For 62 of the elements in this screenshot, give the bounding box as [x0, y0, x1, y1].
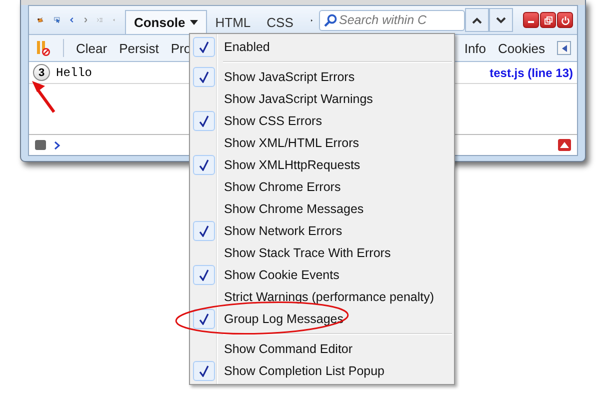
caret-icon: [190, 20, 198, 25]
toolbar-button[interactable]: Persist: [119, 40, 159, 56]
checkmark-icon: [199, 225, 209, 237]
search-icon: [324, 14, 337, 26]
menu-item[interactable]: Show XML/HTML Errors: [192, 132, 452, 154]
menu-item[interactable]: Show Cookie Events: [192, 264, 452, 286]
tab[interactable]: CSS: [258, 10, 302, 34]
search-field[interactable]: Search within C: [319, 10, 465, 30]
checkmark-icon: [199, 365, 209, 377]
menu-item[interactable]: Show Command Editor: [192, 338, 452, 360]
toolbar-button[interactable]: Cookies: [498, 40, 545, 56]
menu-item[interactable]: Show JavaScript Warnings: [192, 88, 452, 110]
previous-button[interactable]: [465, 8, 489, 32]
restore-button[interactable]: [540, 12, 556, 28]
clear-console-icon[interactable]: [35, 40, 51, 56]
checkbox[interactable]: [193, 361, 215, 381]
tab[interactable]: HTML: [207, 10, 259, 34]
menu-item[interactable]: Enabled: [192, 36, 452, 58]
checkmark-icon: [199, 159, 209, 171]
menu-item[interactable]: Show Network Errors: [192, 220, 452, 242]
toolbar-button[interactable]: Clear: [76, 40, 108, 56]
menu-item[interactable]: Show Chrome Messages: [192, 198, 452, 220]
expand-button[interactable]: [558, 139, 571, 151]
checkbox[interactable]: [193, 265, 215, 285]
checkmark-icon: [199, 313, 209, 325]
search-input[interactable]: Search within C: [339, 13, 464, 27]
chevron-down-icon: [496, 16, 506, 24]
log-message: Hello: [56, 66, 92, 80]
checkbox[interactable]: [193, 155, 215, 175]
next-button[interactable]: [489, 8, 513, 32]
checkmark-icon: [199, 115, 209, 127]
chevron-up-icon: [472, 16, 482, 24]
checkbox[interactable]: [193, 221, 215, 241]
menu-item[interactable]: Group Log Messages: [192, 308, 452, 330]
source-link[interactable]: test.js (line 13): [490, 66, 573, 80]
checkbox[interactable]: [193, 111, 215, 131]
power-icon: [560, 16, 570, 24]
checkbox[interactable]: [193, 37, 215, 57]
command-editor-icon[interactable]: [35, 140, 46, 150]
scroll-left-button[interactable]: [557, 41, 571, 55]
menu-item[interactable]: Show CSS Errors: [192, 110, 452, 132]
prompt-icon: [54, 140, 60, 150]
menu-item[interactable]: Show JavaScript Errors: [192, 66, 452, 88]
menu-item[interactable]: Show Chrome Errors: [192, 176, 452, 198]
menu-item[interactable]: Show XMLHttpRequests: [192, 154, 452, 176]
checkbox[interactable]: [193, 309, 215, 329]
checkmark-icon: [199, 269, 209, 281]
power-button[interactable]: [557, 12, 573, 28]
annotation-arrow: [32, 81, 56, 113]
minimize-button[interactable]: [523, 12, 539, 28]
checkmark-icon: [199, 71, 209, 83]
repeat-count-badge: 3: [33, 64, 50, 81]
menu-item[interactable]: Strict Warnings (performance penalty): [192, 286, 452, 308]
tab[interactable]: Console: [124, 10, 208, 34]
triangle-left-icon: [562, 44, 566, 52]
checkbox[interactable]: [193, 67, 215, 87]
restore-icon: [544, 16, 552, 24]
menu-item[interactable]: Show Completion List Popup: [192, 360, 452, 382]
toolbar-button[interactable]: Info: [464, 40, 486, 56]
checkmark-icon: [199, 41, 209, 53]
menu-item[interactable]: Show Stack Trace With Errors: [192, 242, 452, 264]
triangle-up-icon: [560, 142, 569, 148]
